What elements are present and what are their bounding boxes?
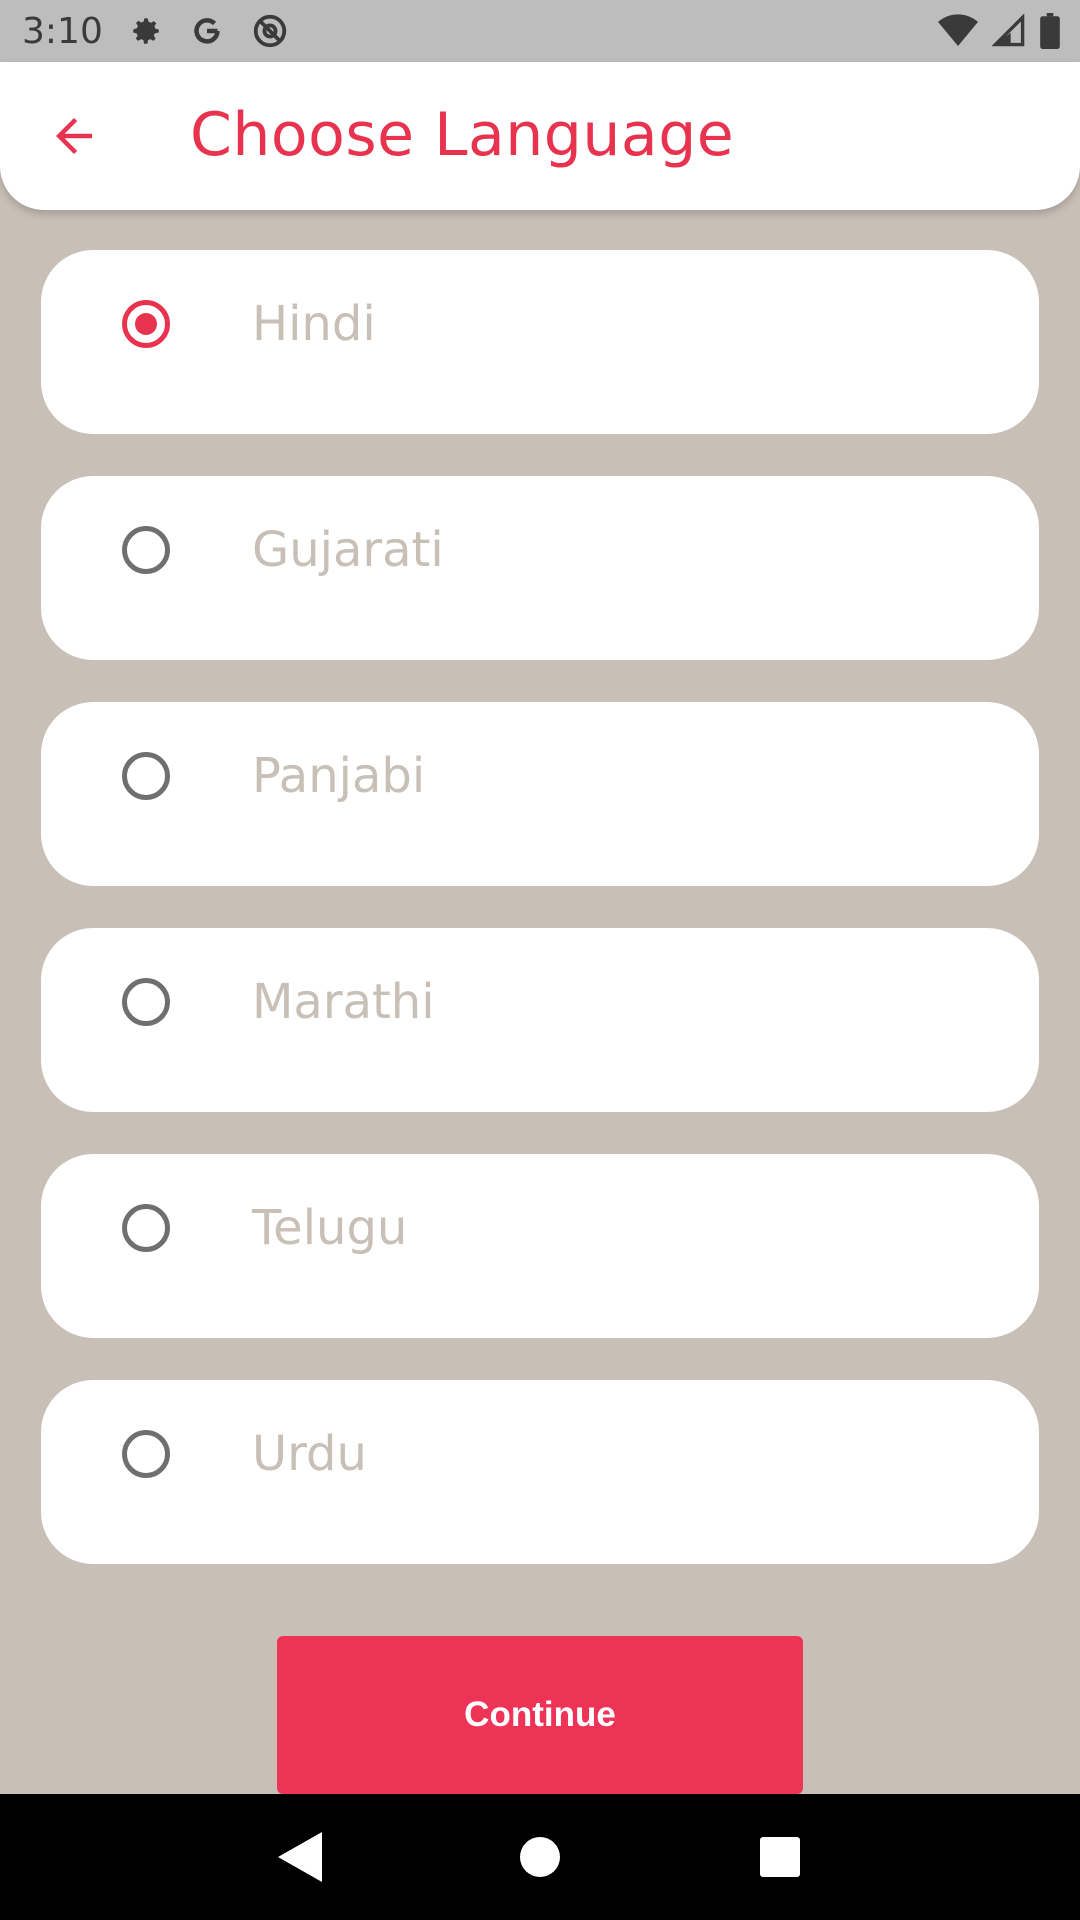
radio-unselected-icon[interactable] [122,1430,170,1478]
radio-unselected-icon[interactable] [122,1204,170,1252]
nav-back-button[interactable] [260,1817,340,1897]
app-bar: Choose Language [0,62,1080,210]
recents-square-icon [760,1837,800,1877]
navigation-bar [0,1794,1080,1920]
battery-icon [1040,13,1060,49]
wifi-icon [938,14,978,48]
arrow-left-icon [56,118,92,154]
language-option-hindi[interactable]: Hindi [41,250,1039,434]
radio-selected-icon[interactable] [122,300,170,348]
google-icon [189,13,225,49]
nav-recents-button[interactable] [740,1817,820,1897]
status-bar: 3:10 [0,0,1080,62]
radio-unselected-icon[interactable] [122,978,170,1026]
language-label: Telugu [252,1200,408,1256]
language-option-marathi[interactable]: Marathi [41,928,1039,1112]
signal-icon [992,14,1026,48]
language-option-urdu[interactable]: Urdu [41,1380,1039,1564]
language-label: Marathi [252,974,435,1030]
status-left: 3:10 [22,11,289,52]
language-label: Urdu [252,1426,367,1482]
radio-unselected-icon[interactable] [122,752,170,800]
back-button[interactable] [44,106,104,166]
status-time: 3:10 [22,10,103,52]
status-right [938,13,1060,49]
home-circle-icon [520,1837,560,1877]
gear-icon [129,14,163,48]
continue-button[interactable]: Continue [277,1636,803,1794]
page-title: Choose Language [190,100,735,170]
language-label: Gujarati [252,522,444,578]
language-option-panjabi[interactable]: Panjabi [41,702,1039,886]
language-label: Panjabi [252,748,426,804]
back-triangle-icon [278,1832,322,1882]
language-option-telugu[interactable]: Telugu [41,1154,1039,1338]
nav-home-button[interactable] [500,1817,580,1897]
at-sign-icon [251,12,289,50]
language-list: Hindi Gujarati Panjabi Marathi Telugu Ur… [41,250,1039,1606]
language-option-gujarati[interactable]: Gujarati [41,476,1039,660]
radio-unselected-icon[interactable] [122,526,170,574]
language-label: Hindi [252,296,376,352]
